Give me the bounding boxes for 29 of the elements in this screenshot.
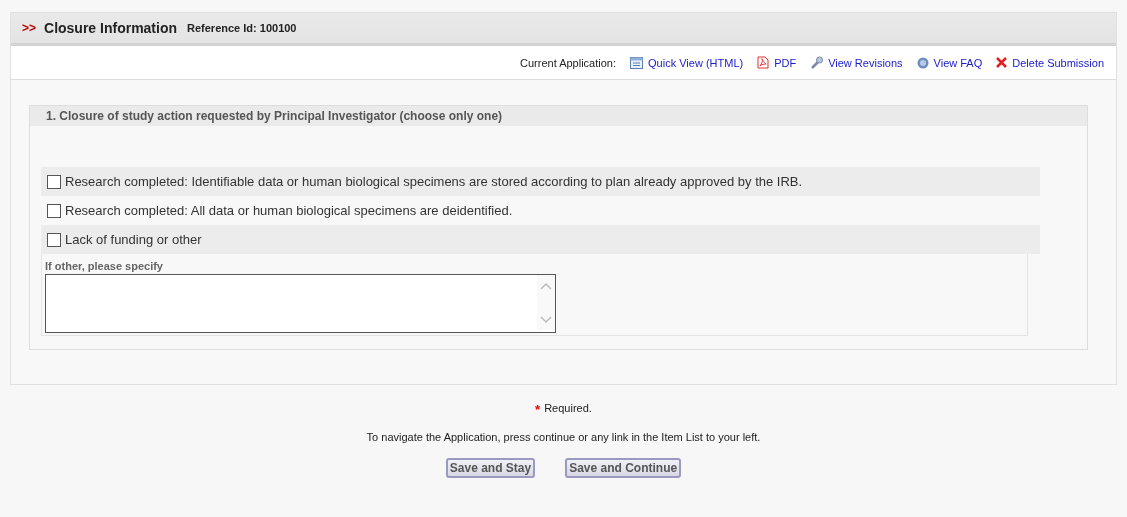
checkbox[interactable] xyxy=(47,174,61,189)
required-note: Required. xyxy=(544,402,592,416)
section-title: 1. Closure of study action requested by Principal Investigator (choose only one) xyxy=(30,106,1087,126)
toolbar-link[interactable]: View FAQ xyxy=(916,56,983,69)
list-icon xyxy=(630,56,643,69)
checkbox[interactable] xyxy=(47,232,61,247)
scrollbar-drawing xyxy=(537,275,555,330)
close-icon xyxy=(996,57,1008,68)
toolbar-link[interactable]: View Revisions xyxy=(810,56,903,69)
save-button[interactable]: Save and Stay xyxy=(445,458,536,478)
reference-id: Reference Id: 100100 xyxy=(187,22,297,34)
option-label: Lack of funding or other xyxy=(65,232,202,247)
save-button[interactable]: Save and Continue xyxy=(565,458,682,478)
page-title: Closure Information xyxy=(44,20,178,36)
option-label: Research completed: Identifiable data or human biological specimens are stored according to plan already approved by the IRB. xyxy=(65,174,803,189)
header-marker: >> xyxy=(22,21,36,35)
text-area[interactable] xyxy=(45,274,556,333)
pdf-icon xyxy=(757,56,770,69)
checkbox[interactable] xyxy=(47,203,61,218)
wrench-icon xyxy=(810,56,824,69)
toolbar-label: Current Application: xyxy=(520,56,616,69)
navigation-hint: To navigate the Application, press continue or any link in the Item List to your left. xyxy=(366,431,761,443)
toolbar-link[interactable]: Delete Submission xyxy=(996,56,1104,69)
field-label: If other, please specify xyxy=(45,260,164,272)
toolbar-link[interactable]: PDF xyxy=(757,56,797,69)
help-icon xyxy=(916,56,929,69)
required-marker: * xyxy=(535,402,541,417)
toolbar-link[interactable]: Quick View (HTML) xyxy=(630,56,744,69)
option-label: Research completed: All data or human biological specimens are deidentified. xyxy=(65,203,513,218)
